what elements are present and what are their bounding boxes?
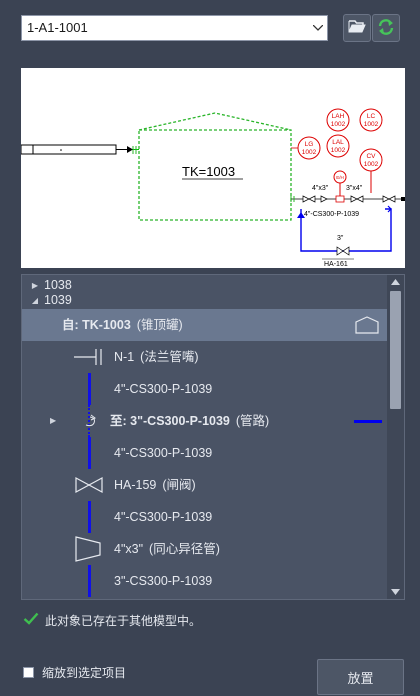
collapse-icon[interactable]: ◢ (29, 296, 41, 305)
place-button[interactable]: 放置 (317, 659, 404, 695)
svg-text:1002: 1002 (302, 149, 317, 156)
valve-tag-label: HA-161 (324, 261, 348, 268)
connection-tree[interactable]: ▶ 1038 ◢ 1039 自: TK-1003 (锥顶罐) N-1 (法兰管嘴) … (21, 274, 405, 600)
dropdown-value: 1-A1-1001 (27, 20, 88, 35)
place-label: 放置 (347, 670, 374, 686)
vertical-scrollbar[interactable] (387, 275, 404, 599)
checkmark-icon (23, 612, 39, 628)
model-item-dropdown[interactable]: 1-A1-1001 (21, 15, 328, 41)
branch-arrow-icon (82, 405, 102, 437)
pipe-segment-icon (88, 437, 91, 469)
row-label: 4"-CS300-P-1039 (114, 510, 213, 524)
pipe-segment-icon (88, 373, 91, 405)
tree-row-pipe[interactable]: 3"-CS300-P-1039 (22, 565, 388, 597)
row-label: 3"-CS300-P-1039 (114, 574, 213, 588)
zoom-checkbox[interactable] (23, 667, 34, 678)
gate-valve-icon (72, 469, 106, 501)
open-button[interactable] (343, 14, 371, 42)
scroll-down-icon[interactable] (387, 585, 404, 599)
top-toolbar: 1-A1-1001 (21, 14, 401, 44)
zoom-label: 缩放到选定项目 (42, 666, 127, 680)
refresh-button[interactable] (372, 14, 400, 42)
pipe-segment-icon (88, 501, 91, 533)
flange-nozzle-icon (72, 341, 106, 373)
main-line-label: 4"-CS300-P-1039 (304, 211, 359, 218)
row-label: 4"-CS300-P-1039 (114, 446, 213, 460)
inst-eh: E/H (336, 175, 344, 180)
inst-lah: LAH (332, 113, 345, 120)
tree-row-reducer[interactable]: 4"x3" (同心异径管) (22, 533, 388, 565)
folder-open-icon (348, 19, 366, 37)
reducer-left-label: 4"x3" (312, 185, 329, 192)
scroll-thumb[interactable] (390, 291, 401, 409)
tree-node-label: 1039 (44, 293, 72, 307)
status-text: 此对象已存在于其他模型中。 (45, 613, 202, 628)
row-label: 4"-CS300-P-1039 (114, 382, 213, 396)
scroll-up-icon[interactable] (387, 275, 404, 289)
tree-row-pipe[interactable]: 4"-CS300-P-1039 (22, 501, 388, 533)
reducer-right-label: 3"x4" (346, 185, 363, 192)
tree-row-nozzle[interactable]: N-1 (法兰管嘴) (22, 341, 388, 373)
pipe-line-icon (354, 420, 382, 423)
pid-drawing: TK=1003 LAH1002 LC1002 LG1002 LAL1002 CV… (21, 108, 405, 268)
row-label: 自: TK-1003 (锥顶罐) (62, 318, 183, 332)
row-label: 4"x3" (同心异径管) (114, 542, 220, 556)
concentric-reducer-icon (72, 533, 106, 565)
tree-row-branch[interactable]: ▶ 至: 3"-CS300-P-1039 (管路) (22, 405, 388, 437)
svg-text:1002: 1002 (364, 161, 379, 168)
svg-text:1002: 1002 (331, 121, 346, 128)
tree-row-pipe[interactable]: 4"-CS300-P-1039 (22, 437, 388, 469)
row-label: HA-159 (闸阀) (114, 478, 196, 492)
refresh-icon (377, 18, 395, 39)
inst-lal: LAL (332, 139, 344, 146)
small-line-label: 3" (337, 235, 344, 242)
status-message: 此对象已存在于其他模型中。 (23, 611, 201, 629)
pid-preview: TK=1003 LAH 1002 LC 1002 LG 1002 LAL 1002 CV… (21, 68, 405, 268)
tank-icon (354, 315, 380, 338)
tree-node-1039[interactable]: ◢ 1039 (22, 292, 72, 308)
row-label: 至: 3"-CS300-P-1039 (管路) (110, 414, 270, 428)
tree-row-pipe[interactable]: 4"-CS300-P-1039 (22, 373, 388, 405)
chevron-down-icon[interactable] (309, 16, 327, 40)
expand-right-icon[interactable]: ▶ (29, 281, 41, 290)
svg-text:1002: 1002 (331, 147, 346, 154)
tree-row-tank[interactable]: 自: TK-1003 (锥顶罐) (22, 309, 388, 341)
tank-label: TK=1003 (182, 164, 235, 179)
pipe-segment-icon (88, 565, 91, 597)
tree-node-label: 1038 (44, 278, 72, 292)
row-label: N-1 (法兰管嘴) (114, 350, 199, 364)
zoom-to-selection-option[interactable]: 缩放到选定项目 (23, 664, 126, 681)
expand-right-icon[interactable]: ▶ (50, 405, 56, 437)
tree-content: ▶ 1038 ◢ 1039 自: TK-1003 (锥顶罐) N-1 (法兰管嘴) … (22, 275, 388, 599)
tree-row-valve[interactable]: HA-159 (闸阀) (22, 469, 388, 501)
inst-cv: CV (366, 153, 376, 160)
inst-lc: LC (367, 113, 376, 120)
svg-text:1002: 1002 (364, 121, 379, 128)
tree-node-1038[interactable]: ▶ 1038 (22, 277, 72, 293)
inst-lg: LG (305, 141, 314, 148)
